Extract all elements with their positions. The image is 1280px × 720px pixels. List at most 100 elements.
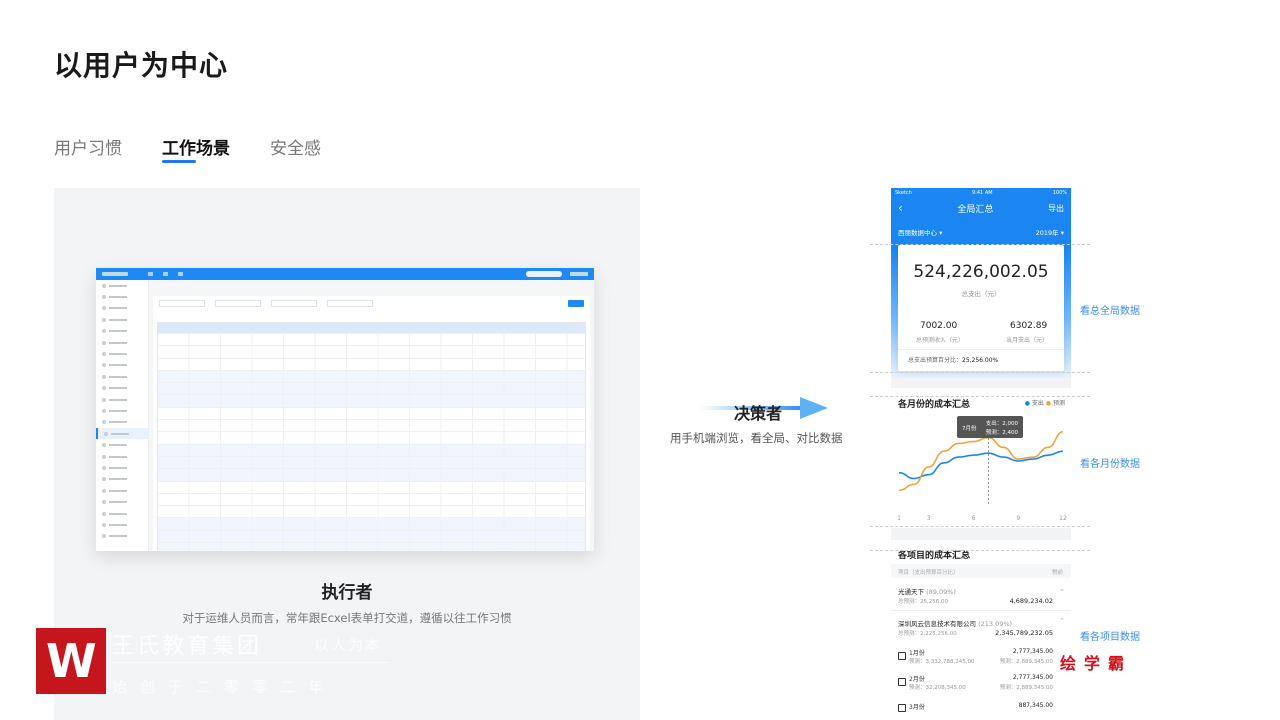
mobile-filter-row: 西丽数据中心 ▾ 2019年 ▾ xyxy=(891,224,1071,240)
summary-card: 524,226,002.05 总支出（元） 7002.00 总预测收入（元） 6… xyxy=(898,245,1064,371)
desktop-sidebar-item xyxy=(96,291,148,302)
desktop-sidebar-item xyxy=(96,508,148,519)
x-tick-label: 1 xyxy=(897,515,901,522)
calendar-icon xyxy=(898,678,906,686)
watermark-year: 始创于二零零二年 xyxy=(112,678,337,696)
status-time: 9:41 AM xyxy=(972,190,993,196)
project-name: 深圳风云信息技术有限公司 (213.09%) xyxy=(898,620,1013,628)
budget-percentage: 总支出预算百分比：25,256.00% xyxy=(898,349,1064,371)
executor-role: 执行者 xyxy=(321,583,373,603)
monthly-cost-chart: 各月份的成本汇总 ● 支出 ● 预测 1 3 6 9 12 xyxy=(891,388,1071,528)
desktop-sidebar-item xyxy=(96,337,148,348)
active-tab-indicator xyxy=(162,160,196,163)
note-global: 看总全局数据 xyxy=(1080,306,1140,317)
tab-work-scenario[interactable]: 工作场景 xyxy=(162,134,230,163)
month-label: 当月支出（元） xyxy=(1006,337,1049,344)
desktop-app-screenshot xyxy=(96,268,594,551)
tab-user-habits[interactable]: 用户习惯 xyxy=(54,134,122,159)
desktop-sidebar-item xyxy=(96,326,148,337)
chart-legend: ● 支出 ● 预测 xyxy=(1024,400,1065,407)
calendar-icon xyxy=(898,652,906,660)
tab-work-scenario-label: 工作场景 xyxy=(162,139,230,159)
desktop-sidebar-item xyxy=(96,383,148,394)
desktop-table-row xyxy=(158,529,585,543)
desktop-table-row xyxy=(158,492,585,506)
note-project: 看各项目数据 xyxy=(1080,632,1140,643)
desktop-table-row xyxy=(158,517,585,530)
desktop-sidebar-item xyxy=(96,531,148,542)
desktop-main xyxy=(149,280,594,551)
month-value: 6302.89 xyxy=(1010,321,1048,331)
center-dropdown[interactable]: 西丽数据中心 ▾ xyxy=(898,227,942,237)
watermark-right-3: 尽在微信搜索下载 xyxy=(1064,681,1192,697)
desktop-sidebar-item xyxy=(96,360,148,371)
desktop-sidebar-item xyxy=(96,371,148,382)
divider xyxy=(870,550,1090,551)
project-value: 4,689,234.02 xyxy=(1009,597,1053,605)
desktop-sidebar-item xyxy=(96,394,148,405)
chevron-left-icon[interactable]: ‹ xyxy=(898,201,903,215)
desktop-table-row xyxy=(158,357,585,370)
x-tick-label: 6 xyxy=(972,515,976,522)
x-tick-label: 3 xyxy=(927,515,931,522)
desktop-sidebar-item xyxy=(96,451,148,462)
desktop-table-row xyxy=(158,480,585,493)
x-tick-label: 9 xyxy=(1016,515,1020,522)
desktop-table-row xyxy=(158,419,585,432)
mobile-status-bar: Sketch 9:41 AM 100% xyxy=(891,188,1071,198)
year-dropdown[interactable]: 2019年 ▾ xyxy=(1036,227,1064,237)
mobile-nav: ‹ 全局汇总 导出 xyxy=(891,198,1071,218)
desktop-table-card xyxy=(153,296,590,551)
project-forecast: 总预测：2,225,256.00 xyxy=(898,631,957,637)
project-row[interactable]: 光通天下 (89.09%) 总预测：25,256.00 4,689,234.02… xyxy=(891,580,1071,611)
desktop-top-bar xyxy=(96,268,594,280)
divider xyxy=(870,526,1090,527)
executor-desc: 对于运维人员而言，常年跟Ecxel表单打交道，遵循以往工作习惯 xyxy=(182,611,512,625)
desktop-sidebar-item xyxy=(96,348,148,359)
forecast-value: 7002.00 xyxy=(920,321,958,331)
desktop-sidebar-item xyxy=(96,519,148,530)
watermark-right-1: 精品教程 xyxy=(1140,629,1212,645)
chart-tooltip: 7月份 支出：2,000 预测：2,400 xyxy=(957,416,1023,438)
note-monthly: 看各月份数据 xyxy=(1080,459,1140,470)
desktop-table-row xyxy=(158,345,585,358)
desktop-table-row xyxy=(158,369,585,383)
project-value: 2,345,789,232.05 xyxy=(995,629,1053,637)
desktop-sidebar-item xyxy=(96,314,148,325)
desktop-sidebar-item xyxy=(96,439,148,450)
export-button[interactable]: 导出 xyxy=(1048,203,1064,214)
decision-maker-desc: 用手机端浏览，看全局、对比数据 xyxy=(670,431,843,445)
desktop-sidebar-item xyxy=(96,405,148,416)
page-title: 以用户为中心 xyxy=(54,49,229,82)
desktop-table-row xyxy=(158,406,585,420)
calendar-icon xyxy=(898,704,906,712)
legend-spend: 支出 xyxy=(1031,400,1044,407)
chevron-down-icon: ⌄ xyxy=(1059,585,1065,593)
desktop-sidebar-item xyxy=(96,485,148,496)
month-row: 3月份 887,345.00 xyxy=(891,698,1071,718)
desktop-table-row xyxy=(158,542,585,551)
status-battery: 100% xyxy=(1052,190,1067,196)
divider xyxy=(870,372,1090,373)
watermark-brand: 王氏教育集团 xyxy=(112,634,263,659)
desktop-sidebar-item xyxy=(96,303,148,314)
month-row: 1月份 预测：3,332,788,245.00 2,777,345.00 预测：… xyxy=(891,646,1071,670)
desktop-table-row xyxy=(158,431,585,444)
desktop-data-table xyxy=(157,322,586,551)
desktop-sidebar-item xyxy=(96,474,148,485)
total-label: 总支出（元） xyxy=(961,290,1001,298)
desktop-sidebar xyxy=(96,280,149,551)
desktop-sidebar-item xyxy=(96,417,148,428)
desktop-table-row xyxy=(158,382,585,395)
total-value: 524,226,002.05 xyxy=(913,262,1049,282)
desktop-filters xyxy=(153,296,590,310)
desktop-sidebar-item xyxy=(96,280,148,291)
desktop-logo xyxy=(102,272,128,276)
mobile-nav-title: 全局汇总 xyxy=(957,204,994,215)
desktop-table-row xyxy=(158,333,585,346)
project-row[interactable]: 深圳风云信息技术有限公司 (213.09%) 总预测：2,225,256.00 … xyxy=(891,612,1071,642)
brand-logo: W xyxy=(36,628,106,694)
project-name: 光通天下 (89.09%) xyxy=(898,588,956,596)
tab-sense-of-security[interactable]: 安全感 xyxy=(270,134,321,159)
chevron-up-icon: ⌃ xyxy=(1059,617,1065,625)
